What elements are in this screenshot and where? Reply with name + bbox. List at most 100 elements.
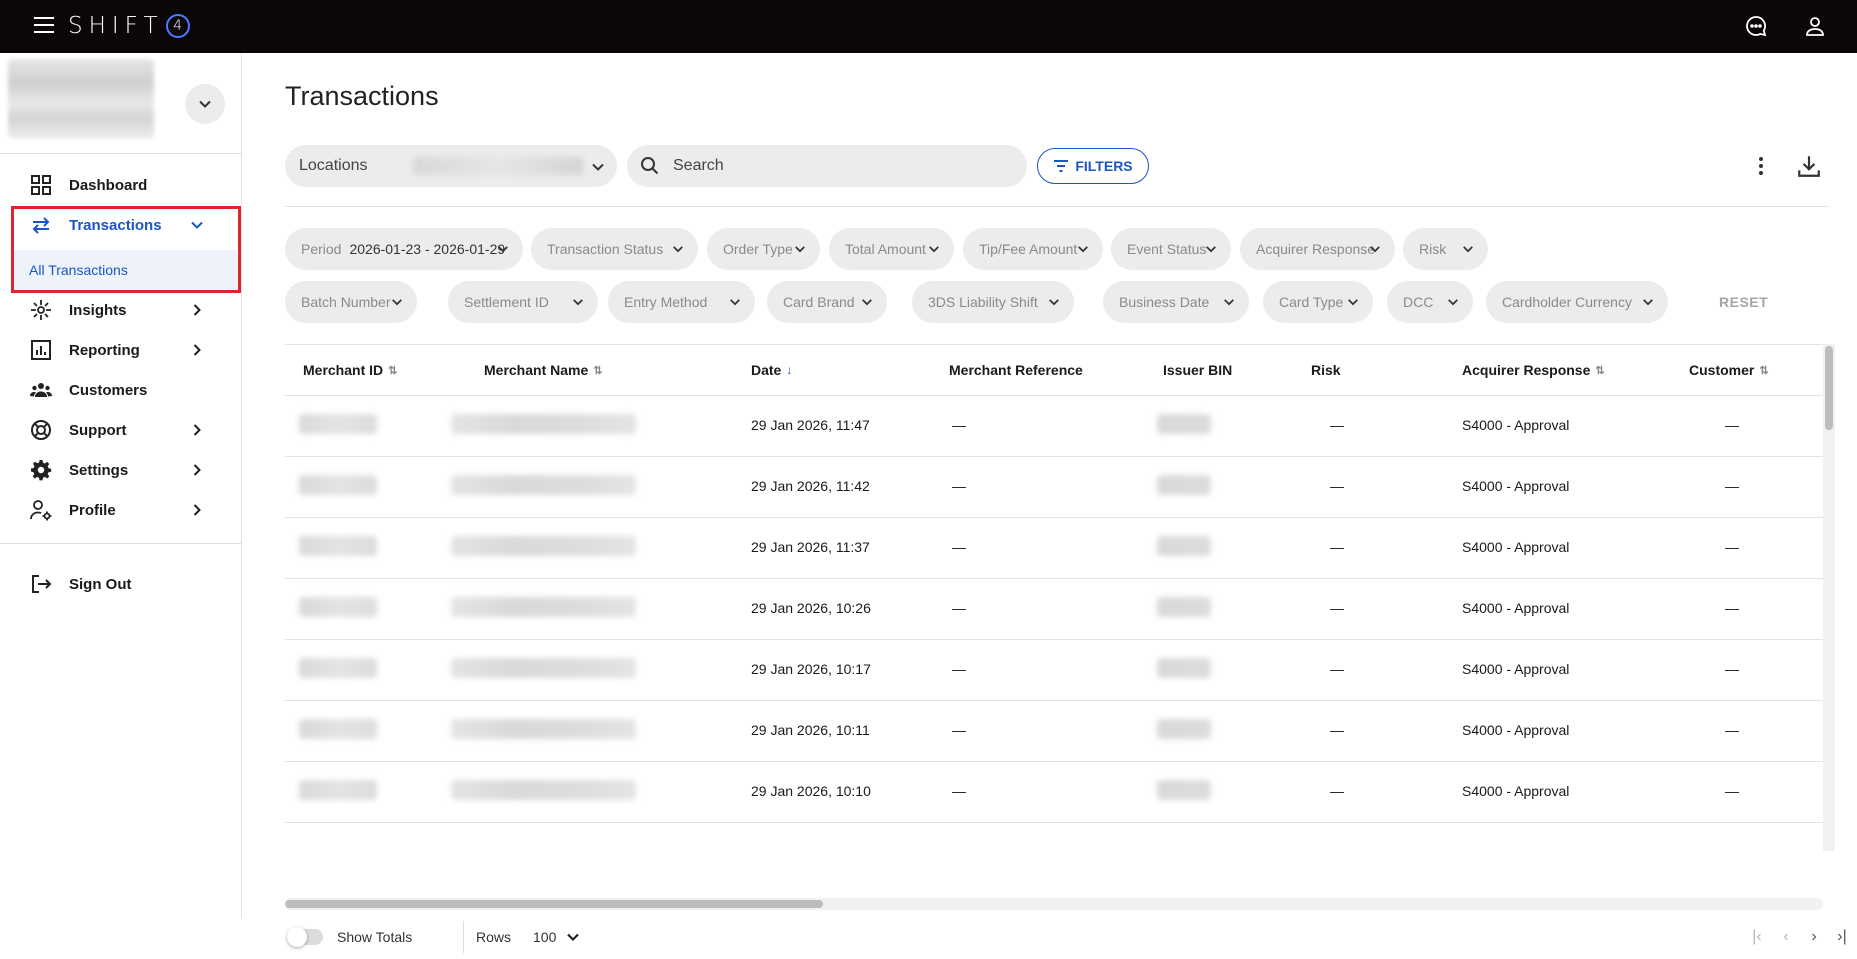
merchant-id-blurred [299, 780, 377, 800]
download-icon[interactable] [1796, 153, 1822, 179]
more-options-icon[interactable] [1749, 154, 1773, 178]
transactions-table: Merchant ID ⇅ Merchant Name ⇅ Date ↓ Mercha… [285, 344, 1849, 851]
filters-button[interactable]: FILTERS [1037, 148, 1149, 184]
table-row[interactable]: 29 Jan 2026, 10:10 — — S4000 - Approval … [285, 762, 1823, 823]
people-icon [30, 383, 52, 397]
locations-select[interactable]: Locations [285, 145, 617, 187]
table-footer: Show Totals Rows 100 |‹ ‹ › ›| [285, 919, 1847, 959]
sidebar-item-label: Settings [69, 461, 129, 479]
sidebar-item-dashboard[interactable]: Dashboard [0, 165, 242, 205]
customer-cell: — [1725, 783, 1739, 799]
table-row[interactable]: 29 Jan 2026, 10:17 — — S4000 - Approval … [285, 640, 1823, 701]
filter-chip-entry-method[interactable]: Entry Method [608, 281, 755, 323]
account-icon[interactable] [1803, 14, 1827, 38]
first-page-icon[interactable]: |‹ [1746, 927, 1768, 947]
search-input[interactable] [673, 155, 1013, 177]
filter-chip-settlement-id[interactable]: Settlement ID [448, 281, 598, 323]
column-header-date[interactable]: Date ↓ [751, 362, 792, 378]
filter-chip-cardholder-currency[interactable]: Cardholder Currency [1486, 281, 1668, 323]
merchant-reference-cell: — [952, 661, 966, 677]
filter-chip-dcc[interactable]: DCC [1387, 281, 1473, 323]
filter-chip-card-type[interactable]: Card Type [1263, 281, 1373, 323]
column-header-customer[interactable]: Customer ⇅ [1689, 362, 1769, 378]
merchant-id-blurred [299, 536, 377, 556]
last-page-icon[interactable]: ›| [1831, 927, 1853, 947]
filter-chip-order-type[interactable]: Order Type [707, 228, 820, 270]
filter-chip-batch-number[interactable]: Batch Number [285, 281, 417, 323]
filter-chip-risk[interactable]: Risk [1403, 228, 1488, 270]
filter-chip-event-status[interactable]: Event Status [1111, 228, 1231, 270]
filter-chip-3ds-liability-shift[interactable]: 3DS Liability Shift [912, 281, 1074, 323]
scrollbar-thumb[interactable] [285, 900, 823, 908]
customer-cell: — [1725, 722, 1739, 738]
sidebar-item-reporting[interactable]: Reporting [0, 330, 242, 370]
merchant-reference-cell: — [952, 539, 966, 555]
issuer-bin-blurred [1157, 414, 1211, 434]
next-page-icon[interactable]: › [1803, 927, 1825, 947]
chevron-down-icon [795, 246, 805, 253]
filter-chip-tip-fee-amount[interactable]: Tip/Fee Amount [963, 228, 1103, 270]
filter-icon [1054, 160, 1069, 172]
shift4-logo[interactable]: SHIFT 4 [68, 11, 190, 41]
filter-chip-acquirer-response[interactable]: Acquirer Response [1240, 228, 1395, 270]
date-cell: 29 Jan 2026, 10:11 [751, 722, 870, 738]
table-row[interactable]: 29 Jan 2026, 10:26 — — S4000 - Approval … [285, 579, 1823, 640]
merchant-reference-cell: — [952, 600, 966, 616]
top-bar: SHIFT 4 [0, 0, 1857, 53]
vertical-scrollbar[interactable] [1823, 344, 1835, 851]
column-header-merchant-id[interactable]: Merchant ID ⇅ [303, 362, 397, 378]
acquirer-response-cell: S4000 - Approval [1462, 783, 1570, 799]
customer-cell: — [1725, 600, 1739, 616]
chip-label: Acquirer Response [1256, 241, 1376, 257]
sidebar-item-support[interactable]: Support [0, 410, 242, 450]
merchant-reference-cell: — [952, 722, 966, 738]
table-row[interactable]: 29 Jan 2026, 11:47 — — S4000 - Approval … [285, 396, 1823, 457]
horizontal-scrollbar[interactable] [285, 898, 1823, 910]
sidebar-item-settings[interactable]: Settings [0, 450, 242, 490]
sparkle-icon [31, 300, 51, 320]
sidebar-item-label: Insights [69, 301, 127, 319]
rows-per-page-select[interactable]: 100 [533, 923, 580, 951]
chevron-down-icon [573, 299, 583, 306]
issuer-bin-blurred [1157, 780, 1211, 800]
account-switcher-button[interactable] [185, 84, 225, 124]
table-row[interactable]: 29 Jan 2026, 11:42 — — S4000 - Approval … [285, 457, 1823, 518]
column-header-merchant-name[interactable]: Merchant Name ⇅ [484, 362, 602, 378]
scrollbar-thumb[interactable] [1825, 346, 1833, 430]
merchant-name-blurred [451, 536, 636, 556]
filter-chip-period[interactable]: Period 2026-01-23 - 2026-01-29 [285, 228, 523, 270]
column-label: Merchant Reference [949, 362, 1083, 378]
prev-page-icon[interactable]: ‹ [1775, 927, 1797, 947]
sidebar-item-profile[interactable]: Profile [0, 490, 242, 530]
column-label: Issuer BIN [1163, 362, 1233, 378]
filter-chip-total-amount[interactable]: Total Amount [829, 228, 954, 270]
table-row[interactable]: 29 Jan 2026, 10:11 — — S4000 - Approval … [285, 701, 1823, 762]
filter-chip-card-brand[interactable]: Card Brand [767, 281, 887, 323]
column-label: Merchant ID [303, 362, 384, 378]
divider [0, 153, 242, 154]
merchant-reference-cell: — [952, 478, 966, 494]
chevron-down-icon [1348, 299, 1358, 306]
column-label: Customer [1689, 362, 1755, 378]
sidebar-item-sign-out[interactable]: Sign Out [0, 564, 242, 604]
menu-icon[interactable] [34, 17, 54, 35]
merchant-id-blurred [299, 597, 377, 617]
sidebar-item-customers[interactable]: Customers [0, 370, 242, 410]
reset-button[interactable]: RESET [1719, 294, 1768, 310]
table-row[interactable] [285, 823, 1823, 851]
table-row[interactable]: 29 Jan 2026, 11:37 — — S4000 - Approval … [285, 518, 1823, 579]
show-totals-toggle[interactable] [287, 927, 323, 947]
sidebar-item-insights[interactable]: Insights [0, 290, 242, 330]
chip-label: Period [301, 241, 342, 257]
risk-cell: — [1330, 783, 1344, 799]
column-header-acquirer-response[interactable]: Acquirer Response ⇅ [1462, 362, 1605, 378]
filter-chip-business-date[interactable]: Business Date [1103, 281, 1249, 323]
chip-label: Cardholder Currency [1502, 294, 1632, 310]
chip-label: Card Brand [783, 294, 855, 310]
chat-icon[interactable] [1744, 14, 1768, 38]
divider [285, 206, 1829, 207]
merchant-reference-cell: — [952, 417, 966, 433]
sidebar: Dashboard Transactions All Transactions … [0, 53, 242, 918]
chevron-down-icon [730, 299, 740, 306]
filter-chip-transaction-status[interactable]: Transaction Status [531, 228, 698, 270]
